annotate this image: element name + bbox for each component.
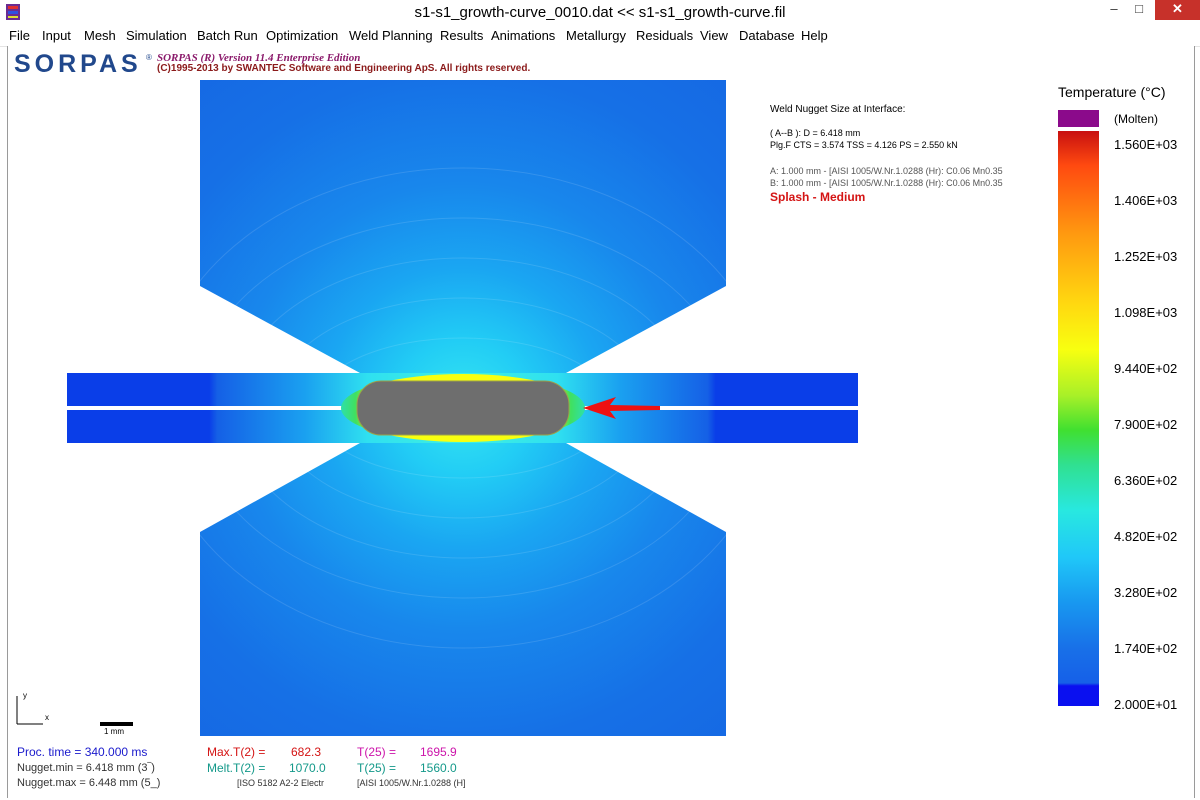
- legend-tick: 1.406E+03: [1114, 193, 1178, 208]
- nugget-min: Nugget.min = 6.418 mm (3‾): [17, 762, 155, 774]
- melt-t2-label: Melt.T(2) =: [207, 761, 266, 775]
- material-spec: [AISI 1005/W.Nr.1.0288 (H]: [357, 778, 466, 788]
- axes-icon: y x: [16, 691, 49, 725]
- t25-value: 1695.9: [420, 745, 457, 759]
- scale-label: 1 mm: [104, 727, 124, 736]
- nugget-max: Nugget.max = 6.448 mm (5_): [17, 777, 161, 789]
- scale-bar: [100, 722, 133, 726]
- lower-electrode: [200, 443, 726, 736]
- legend-tick: 1.098E+03: [1114, 305, 1178, 320]
- legend-tick: 1.252E+03: [1114, 249, 1178, 264]
- material-a-line: A: 1.000 mm - [AISI 1005/W.Nr.1.0288 (Hr…: [770, 166, 1003, 176]
- t25-melt-label: T(25) =: [357, 761, 397, 775]
- temperature-field-plot[interactable]: [0, 0, 1200, 800]
- y-axis-label: y: [23, 691, 27, 700]
- legend-title: Temperature (°C): [1058, 84, 1166, 100]
- legend-tick: 6.360E+02: [1114, 473, 1178, 488]
- max-t2-label: Max.T(2) =: [207, 745, 266, 759]
- upper-electrode: [200, 80, 726, 373]
- max-t2-value: 682.3: [291, 745, 322, 759]
- material-b-line: B: 1.000 mm - [AISI 1005/W.Nr.1.0288 (Hr…: [770, 178, 1003, 188]
- legend-tick: 3.280E+02: [1114, 585, 1178, 600]
- legend-tick: 7.900E+02: [1114, 417, 1178, 432]
- legend-tick: 2.000E+01: [1114, 697, 1178, 712]
- nugget-size-line: ( A--B ): D = 6.418 mm: [770, 128, 861, 138]
- splash-status: Splash - Medium: [770, 190, 866, 204]
- legend-tick: 4.820E+02: [1114, 529, 1178, 544]
- weld-nugget: [356, 380, 570, 436]
- info-heading: Weld Nugget Size at Interface:: [770, 104, 906, 115]
- legend-tick: 9.440E+02: [1114, 361, 1178, 376]
- t25-melt-value: 1560.0: [420, 761, 457, 775]
- melt-t2-value: 1070.0: [289, 761, 326, 775]
- proc-time: Proc. time = 340.000 ms: [17, 745, 148, 759]
- t25-label: T(25) =: [357, 745, 397, 759]
- electrode-spec: [ISO 5182 A2-2 Electr: [237, 778, 325, 788]
- strength-line: Plg.F CTS = 3.574 TSS = 4.126 PS = 2.550…: [770, 140, 958, 150]
- x-axis-label: x: [45, 713, 49, 722]
- molten-swatch: [1058, 110, 1099, 127]
- temperature-colorbar: [1058, 131, 1099, 706]
- legend-tick: 1.740E+02: [1114, 641, 1178, 656]
- legend-tick: 1.560E+03: [1114, 137, 1178, 152]
- molten-label: (Molten): [1114, 112, 1159, 126]
